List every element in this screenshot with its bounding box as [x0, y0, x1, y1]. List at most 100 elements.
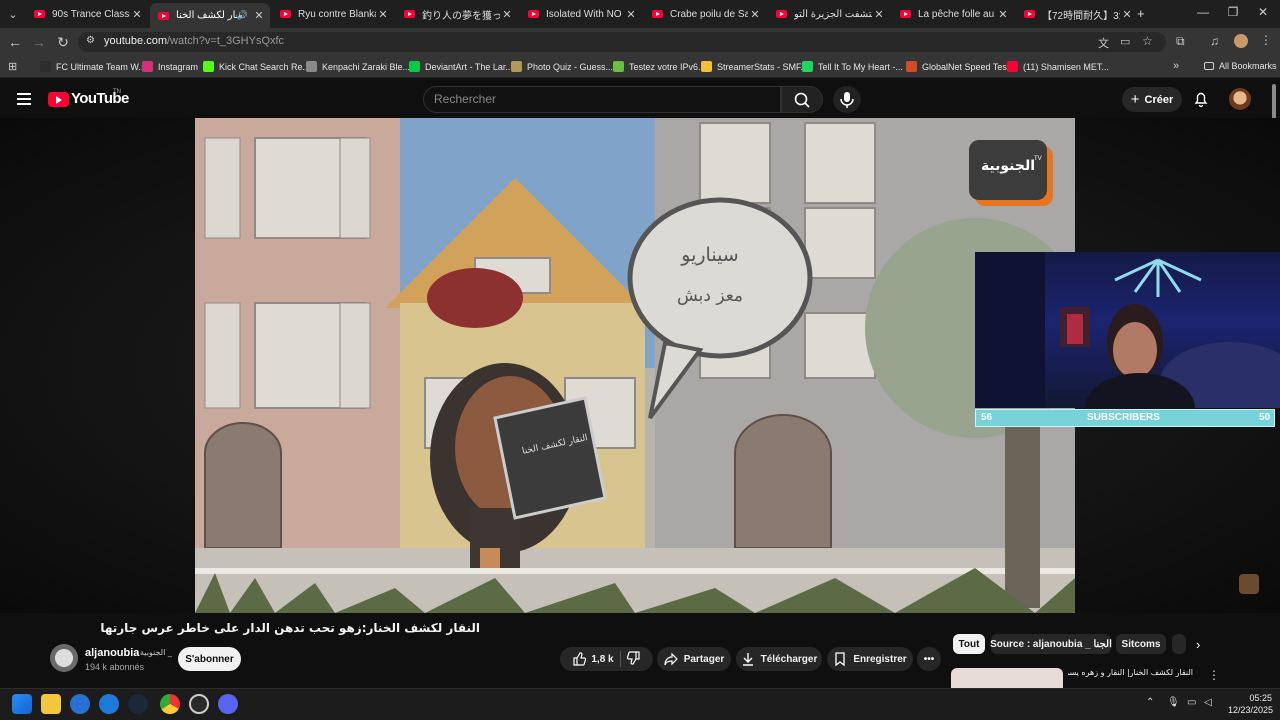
- bookmarks-overflow-icon[interactable]: »: [1173, 60, 1179, 72]
- like-divider: [619, 651, 621, 667]
- bookmark-item[interactable]: Photo Quiz - Guess...: [511, 61, 613, 72]
- video-title: النقار لكشف الخنار:زهو تحب تدهن الدار عل…: [100, 621, 480, 635]
- reload-icon[interactable]: ↻: [54, 34, 72, 50]
- like-button[interactable]: 1,8 k: [572, 652, 614, 666]
- site-info-icon[interactable]: ⚙: [86, 35, 95, 46]
- new-tab-button[interactable]: +: [1137, 6, 1145, 21]
- browser-tab[interactable]: 釣り人の夢を獲った！✕: [396, 3, 518, 25]
- cast-icon[interactable]: ▭: [1120, 35, 1130, 48]
- channel-name[interactable]: aljanoubia: [85, 647, 139, 659]
- discord-icon[interactable]: [218, 694, 238, 714]
- close-tab-icon[interactable]: ✕: [872, 8, 886, 21]
- taskbar-clock[interactable]: 05:25 12/23/2025: [1228, 692, 1274, 716]
- bookmark-item[interactable]: Instagram: [142, 61, 198, 72]
- dislike-button[interactable]: [626, 650, 641, 668]
- extensions-icon[interactable]: ⧉: [1176, 34, 1185, 49]
- browser-tab[interactable]: 90s Trance Classics M✕: [26, 3, 148, 25]
- channel-name-arabic[interactable]: الجنوبية _: [140, 648, 172, 657]
- save-button[interactable]: Enregistrer: [827, 647, 913, 671]
- tray-overflow-icon[interactable]: ⌃: [1146, 697, 1154, 708]
- bookmark-item[interactable]: StreamerStats - SMF...: [701, 61, 808, 72]
- volume-icon[interactable]: ◁: [1204, 697, 1212, 708]
- recommended-video-title[interactable]: النقار لكشف الخنار| النقار و زهره يسرقوا: [1068, 668, 1193, 677]
- chip-sitcoms[interactable]: Sitcoms: [1116, 634, 1166, 654]
- back-icon[interactable]: ←: [6, 34, 24, 50]
- tab-search-button[interactable]: ⌄: [0, 3, 24, 25]
- browser-tab[interactable]: إكتشفت الجزيرة التو ✕: [768, 3, 890, 25]
- video-channel-badge[interactable]: [1239, 574, 1259, 594]
- tab-audio-icon[interactable]: 🔊: [237, 10, 248, 21]
- channel-avatar[interactable]: [50, 644, 78, 672]
- outlook-icon[interactable]: [70, 694, 90, 714]
- file-explorer-icon[interactable]: [41, 694, 61, 714]
- youtube-favicon-icon: [34, 10, 45, 18]
- browser-tab[interactable]: النقار لكشف الخنا🔊 ✕: [150, 3, 270, 28]
- bookmark-item[interactable]: (11) Shamisen MET...: [1007, 61, 1109, 72]
- subscribe-button[interactable]: S'abonner: [178, 647, 241, 671]
- chip-source[interactable]: Source : aljanoubia _ الجنا: [990, 634, 1112, 654]
- browser-tab[interactable]: Ryu contre Blanka (IA✕: [272, 3, 394, 25]
- chrome-icon[interactable]: [160, 694, 180, 714]
- bookmark-item[interactable]: Testez votre IPv6.: [613, 61, 701, 72]
- url-text[interactable]: youtube.com/watch?v=t_3GHYsQxfc: [104, 35, 284, 47]
- bookmark-item[interactable]: GlobalNet Speed Test: [906, 61, 1009, 72]
- video-frame[interactable]: [195, 118, 1075, 613]
- bookmark-item[interactable]: Kick Chat Search Re...: [203, 61, 310, 72]
- store-icon[interactable]: [99, 694, 119, 714]
- microphone-tray-icon[interactable]: 🎙: [1167, 697, 1180, 708]
- account-avatar[interactable]: [1229, 88, 1251, 110]
- chip-partial[interactable]: [1172, 634, 1186, 654]
- close-tab-icon[interactable]: ✕: [624, 8, 638, 21]
- hamburger-menu-icon[interactable]: [17, 93, 31, 105]
- profile-avatar[interactable]: [1234, 34, 1248, 48]
- maximize-button[interactable]: ❐: [1218, 5, 1248, 19]
- bookmark-item[interactable]: DeviantArt - The Lar...: [409, 61, 513, 72]
- create-button[interactable]: + Créer: [1122, 87, 1182, 112]
- recommended-more-icon[interactable]: ⋮: [1208, 668, 1220, 682]
- clock-date: 12/23/2025: [1228, 705, 1274, 715]
- chip-all[interactable]: Tout: [953, 634, 985, 654]
- recommended-video-thumbnail[interactable]: [951, 668, 1063, 688]
- apps-grid-icon[interactable]: ⊞: [8, 60, 17, 73]
- close-window-button[interactable]: ✕: [1248, 5, 1278, 19]
- minimize-button[interactable]: —: [1188, 5, 1218, 19]
- close-tab-icon[interactable]: ✕: [130, 8, 144, 21]
- more-actions-button[interactable]: •••: [917, 647, 941, 671]
- translate-icon[interactable]: 文: [1098, 35, 1109, 51]
- browser-tab-label: إكتشفت الجزيرة التو: [794, 8, 872, 20]
- close-tab-icon[interactable]: ✕: [996, 8, 1010, 21]
- search-button[interactable]: [781, 86, 823, 113]
- network-icon[interactable]: ▭: [1187, 697, 1196, 708]
- windows-start-icon[interactable]: [12, 694, 32, 714]
- forward-icon[interactable]: →: [30, 34, 48, 50]
- bookmark-item[interactable]: FC Ultimate Team W...: [40, 61, 146, 72]
- youtube-logo-icon[interactable]: [48, 92, 69, 107]
- browser-tab-label: Crabe poilu de Sapp: [670, 8, 748, 20]
- browser-menu-icon[interactable]: ⋮: [1260, 33, 1272, 47]
- download-icon: [742, 653, 753, 666]
- all-bookmarks-link[interactable]: All Bookmarks: [1204, 61, 1277, 71]
- bookmark-item[interactable]: Tell It To My Heart -...: [802, 61, 903, 72]
- close-tab-icon[interactable]: ✕: [1120, 8, 1134, 21]
- download-button[interactable]: Télécharger: [736, 647, 822, 671]
- close-tab-icon[interactable]: ✕: [376, 8, 390, 21]
- notifications-bell-icon[interactable]: [1192, 90, 1210, 108]
- close-tab-icon[interactable]: ✕: [748, 8, 762, 21]
- voice-search-button[interactable]: [833, 86, 861, 113]
- obs-icon[interactable]: [189, 694, 209, 714]
- bookmark-favicon-icon: [409, 61, 420, 72]
- chevron-right-icon[interactable]: ›: [1196, 637, 1200, 652]
- browser-tab[interactable]: 【72時間耐久】3泊4日✕: [1016, 3, 1138, 25]
- create-label: Créer: [1144, 93, 1174, 106]
- browser-tab[interactable]: Isolated With NO Fo✕: [520, 3, 642, 25]
- close-tab-icon[interactable]: ✕: [252, 9, 266, 22]
- browser-tab[interactable]: La pêche folle au Jap✕: [892, 3, 1014, 25]
- share-button[interactable]: Partager: [657, 647, 731, 671]
- browser-tab[interactable]: Crabe poilu de Sapp✕: [644, 3, 766, 25]
- steam-icon[interactable]: [128, 694, 148, 714]
- bookmark-star-icon[interactable]: ☆: [1142, 34, 1153, 48]
- close-tab-icon[interactable]: ✕: [500, 8, 514, 21]
- bookmark-item[interactable]: Kenpachi Zaraki Ble...: [306, 61, 410, 72]
- subscriber-goal-count: 50: [1259, 412, 1271, 423]
- media-controls-icon[interactable]: ♫: [1210, 34, 1219, 48]
